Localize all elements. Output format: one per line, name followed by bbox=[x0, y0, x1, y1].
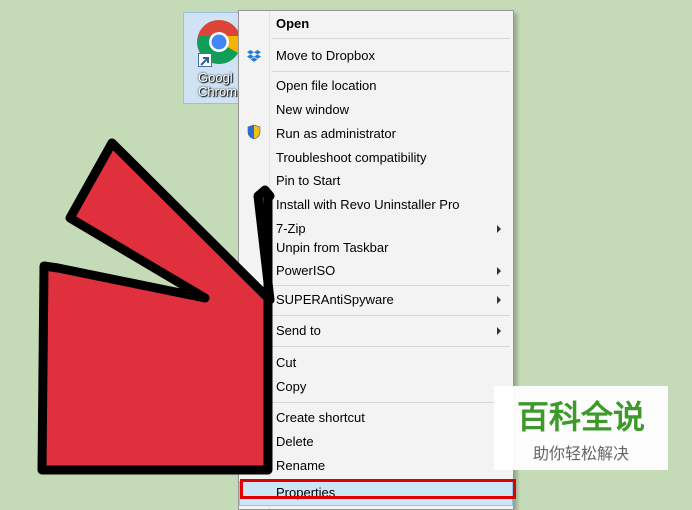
watermark-title: 百科全说 bbox=[516, 398, 645, 436]
watermark: 百科全说 助你轻松解决 bbox=[494, 386, 668, 470]
watermark-subtitle: 助你轻松解决 bbox=[532, 444, 629, 463]
